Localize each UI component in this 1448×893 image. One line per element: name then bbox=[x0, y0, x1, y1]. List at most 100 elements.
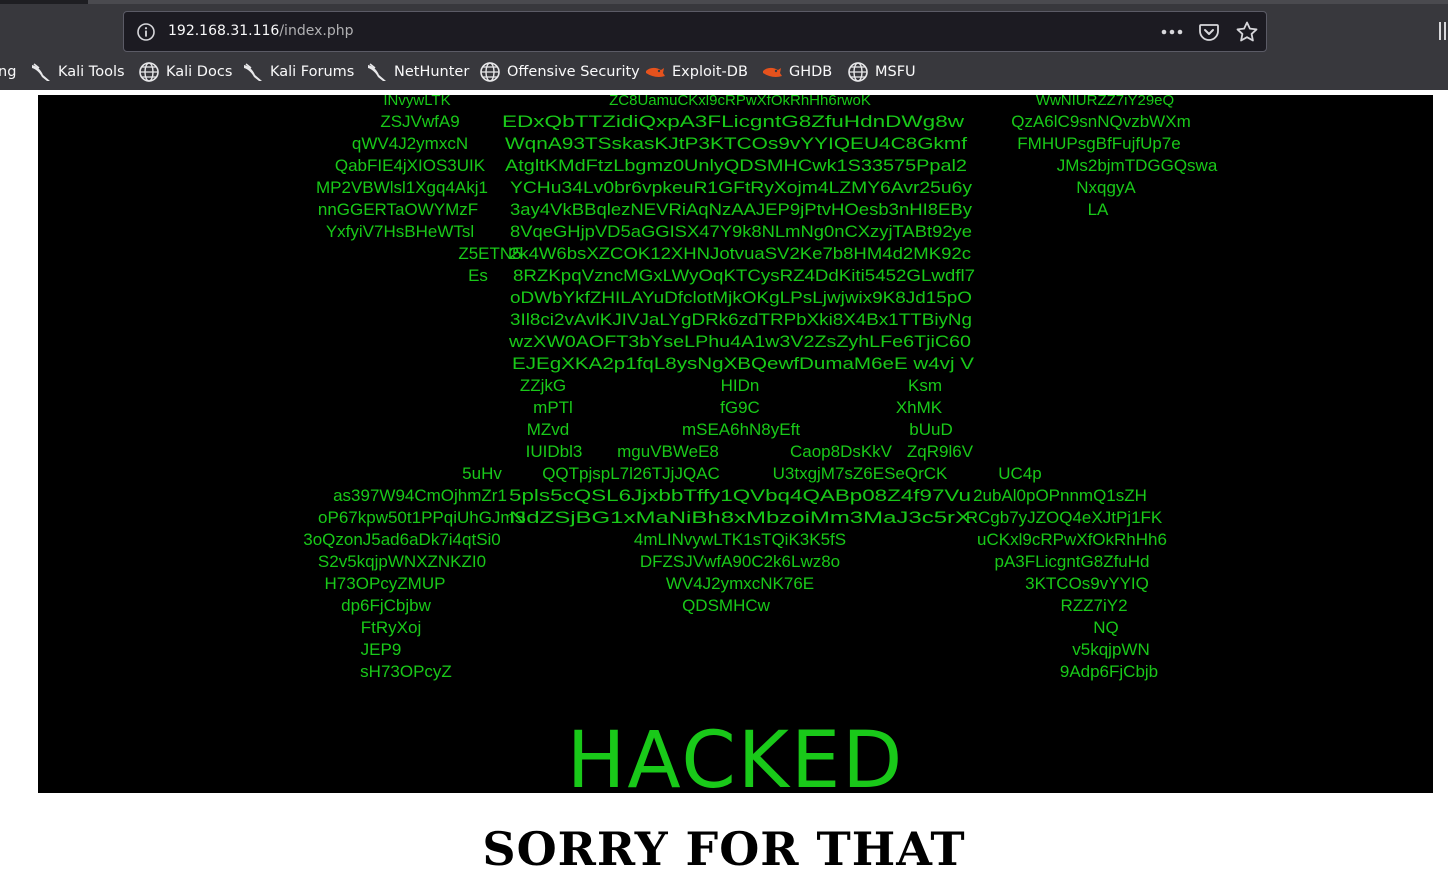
code-text-line: 9Adp6FjCbjb bbox=[1060, 662, 1158, 681]
bookmark-kali-forums[interactable]: Kali Forums bbox=[242, 57, 354, 87]
code-text-line: YxfyiV7HsBHeWTsl bbox=[326, 222, 474, 241]
code-text-line: NxqgyA bbox=[1076, 178, 1136, 197]
bookmark-kali-tools[interactable]: Kali Tools bbox=[30, 57, 125, 87]
code-text-line: QabFIE4jXIOS3UIK bbox=[335, 156, 486, 175]
active-tab-edge[interactable] bbox=[88, 0, 1448, 4]
code-text-line: UC4p bbox=[998, 464, 1041, 483]
page-actions-icon[interactable] bbox=[1160, 22, 1184, 42]
url-text[interactable]: 192.168.31.116/index.php bbox=[168, 23, 353, 39]
url-host: 192.168.31.116 bbox=[168, 23, 280, 39]
code-text-line: FMHUPsgBfFujfUp7e bbox=[1017, 134, 1180, 153]
bookmark-truncated[interactable]: ng bbox=[0, 57, 16, 87]
code-text-line: ZC8UamuCKxl9cRPwXfOkRhHh6rwoK bbox=[609, 95, 871, 109]
code-text-line: EJEgXKA2p1fqL8ysNgXBQewfDumaM6eE w4vj V bbox=[512, 354, 975, 373]
code-text-line: 3oQzonJ5ad6aDk7i4qtSi0 bbox=[303, 530, 501, 549]
code-text-line: RCgb7yJZOQ4eXJtPj1FK bbox=[966, 508, 1163, 527]
globe-icon bbox=[848, 62, 868, 82]
code-text-line: 3KTCOs9vYYIQ bbox=[1025, 574, 1149, 593]
code-text-line: WwNIURZZ7iY29eQ bbox=[1036, 95, 1174, 109]
code-text-line: 4mLINvywLTK1sTQiK3K5fS bbox=[634, 530, 846, 549]
exploit-db-icon bbox=[763, 67, 782, 77]
bookmark-kali-docs[interactable]: Kali Docs bbox=[138, 57, 232, 87]
bookmark-label: Kali Tools bbox=[58, 64, 125, 80]
code-text-line: 2ubAl0pOPnnmQ1sZH bbox=[973, 486, 1147, 505]
code-text-line: INvywLTK bbox=[383, 95, 450, 109]
code-text-line: 5pls5cQSL6JjxbbTffy1QVbq4QABp08Z4f97Vu bbox=[509, 486, 971, 505]
bookmark-label: Kali Forums bbox=[270, 64, 355, 80]
bookmark-exploit-db[interactable]: Exploit-DB bbox=[644, 57, 748, 87]
code-text-line: mPTl bbox=[533, 398, 573, 417]
bookmark-label: NetHunter bbox=[394, 64, 470, 80]
browser-chrome: 192.168.31.116/index.php ng Kali Tools K… bbox=[0, 0, 1448, 90]
code-text-line: oDWbYkfZHILAYuDfclotMjkOKgLPsLjwjwix9K8J… bbox=[510, 288, 972, 307]
bookmark-label: GHDB bbox=[789, 64, 833, 80]
code-text-line: QzA6lC9snNQvzbWXm bbox=[1011, 112, 1190, 131]
code-text-line: nnGGERTaOWYMzF bbox=[318, 200, 478, 219]
code-text-line: 3Il8ci2vAvlKJIVJaLYgDRk6zdTRPbXki8X4Bx1T… bbox=[510, 310, 972, 329]
globe-icon bbox=[139, 62, 159, 82]
code-text-line: as397W94CmOjhmZr1 bbox=[333, 486, 507, 505]
hacked-banner-image: INvywLTK ZSJVwfA9 qWV4J2ymxcN QabFIE4jXIOS3… bbox=[38, 95, 1433, 793]
code-text-line: Caop8DsKkV bbox=[790, 442, 893, 461]
code-text-line: RZZ7iY2 bbox=[1060, 596, 1127, 615]
hacked-title: HACKED bbox=[566, 716, 905, 793]
code-text-line: wzXW0AOFT3bYseLPhu4A1w3V2ZsZyhLFe6TjiC60 bbox=[508, 332, 971, 351]
code-text-line: NdZSjBG1xMaNiBh8xMbzoiMm3MaJ3c5rX bbox=[509, 508, 971, 527]
code-text-line: sH73OPcyZ bbox=[360, 662, 452, 681]
code-text-line: ZqR9l6V bbox=[907, 442, 974, 461]
bookmark-nethunter[interactable]: NetHunter bbox=[366, 57, 469, 87]
code-text-line: FtRyXoj bbox=[361, 618, 421, 637]
page-heading: SORRY FOR THAT bbox=[482, 822, 966, 876]
code-text-line: QQTpjspL7l26TJjJQAC bbox=[542, 464, 720, 483]
pocket-icon[interactable] bbox=[1198, 21, 1220, 43]
code-text-line: LA bbox=[1088, 200, 1109, 219]
code-text-line: S2v5kqjpWNXZNKZI0 bbox=[318, 552, 486, 571]
kali-dragon-icon bbox=[368, 63, 386, 81]
code-text-line: mSEA6hN8yEft bbox=[682, 420, 800, 439]
library-icon[interactable] bbox=[1436, 20, 1448, 42]
code-text-line: 3ay4VkBBqlezNEVRiAqNzAAJEP9jPtvHOesb3nHI… bbox=[510, 200, 973, 219]
bookmark-label: Exploit-DB bbox=[672, 64, 748, 80]
tab-strip bbox=[0, 0, 1448, 4]
code-text-line: ZSJVwfA9 bbox=[380, 112, 459, 131]
bookmark-offensive-security[interactable]: Offensive Security bbox=[479, 57, 640, 87]
code-text-line: oP67kpw50t1PPqiUhGJmS bbox=[318, 508, 526, 527]
code-text-line: DFZSJVwfA90C2k6Lwz8o bbox=[640, 552, 840, 571]
bookmark-star-icon[interactable] bbox=[1235, 20, 1259, 44]
site-info-icon[interactable] bbox=[136, 22, 156, 42]
code-text-line: dp6FjCbjbw bbox=[341, 596, 431, 615]
kali-dragon-icon bbox=[244, 63, 262, 81]
address-bar[interactable]: 192.168.31.116/index.php bbox=[123, 11, 1267, 52]
code-text-line: NQ bbox=[1093, 618, 1119, 637]
url-path: /index.php bbox=[279, 23, 354, 39]
code-text-line: YCHu34Lv0br6vpkeuR1GFtRyXojm4LZMY6Avr25u… bbox=[510, 178, 973, 197]
code-text-line: 5uHv bbox=[462, 464, 502, 483]
code-text-line: WV4J2ymxcNK76E bbox=[666, 574, 814, 593]
code-text-line: uCKxl9cRPwXfOkRhHh6 bbox=[977, 530, 1167, 549]
kali-dragon-icon bbox=[32, 63, 50, 81]
code-text-line: EDxQbTTZidiQxpA3FLicgntG8ZfuHdnDWg8w bbox=[502, 112, 965, 131]
code-text-line: MP2VBWlsl1Xgq4Akj1 bbox=[316, 178, 488, 197]
globe-icon bbox=[480, 62, 500, 82]
bookmark-label: Kali Docs bbox=[166, 64, 233, 80]
bookmark-label: Offensive Security bbox=[507, 64, 640, 80]
code-text-line: 2k4W6bsXZCOK12XHNJotvuaSV2Ke7b8HM4d2MK92… bbox=[509, 244, 972, 263]
code-text-line: WqnA93TSskasKJtP3KTCOs9vYYIQEU4C8Gkmf bbox=[505, 134, 967, 153]
code-text-line: 8RZKpqVzncMGxLWyOqKTCysRZ4DdKiti5452GLwd… bbox=[513, 266, 975, 285]
code-text-line: ZZjkG bbox=[520, 376, 566, 395]
code-text-line: U3txgjM7sZ6ESeQrCK bbox=[773, 464, 948, 483]
code-text-line: mguVBWeE8 bbox=[617, 442, 719, 461]
code-text-line: MZvd bbox=[527, 420, 570, 439]
bookmark-msfu[interactable]: MSFU bbox=[847, 57, 916, 87]
code-text-line: Es bbox=[468, 266, 488, 285]
code-text-line: XhMK bbox=[896, 398, 943, 417]
code-text-line: fG9C bbox=[720, 398, 760, 417]
bookmarks-toolbar: ng Kali Tools Kali Docs Kali Forums NetH… bbox=[0, 57, 1448, 87]
code-text-line: qWV4J2ymxcN bbox=[352, 134, 468, 153]
code-text-line: H73OPcyZMUP bbox=[325, 574, 446, 593]
bookmark-ghdb[interactable]: GHDB bbox=[761, 57, 832, 87]
code-text-line: pA3FLicgntG8ZfuHd bbox=[995, 552, 1150, 571]
code-text-line: JMs2bjmTDGGQswa bbox=[1057, 156, 1218, 175]
code-text-line: JEP9 bbox=[361, 640, 402, 659]
code-text-line: 8VqeGHjpVD5aGGISX47Y9k8NLmNg0nCXzyjTABt9… bbox=[510, 222, 972, 241]
